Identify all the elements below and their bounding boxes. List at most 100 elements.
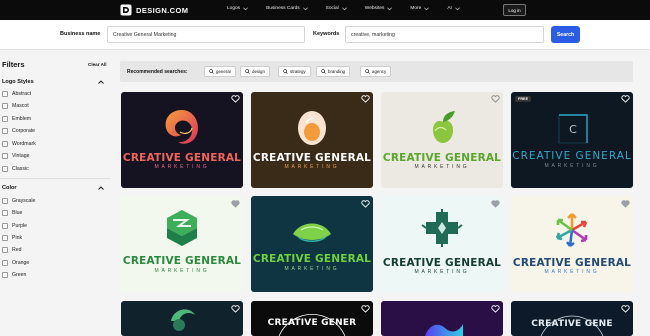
business-name-input[interactable]: Creative General Marketing (107, 26, 305, 43)
chip-general[interactable]: general (204, 66, 236, 77)
heart-icon[interactable] (621, 95, 630, 103)
heart-icon[interactable] (361, 305, 370, 313)
filter-option-wordmark[interactable]: Wordmark (2, 141, 36, 147)
chevron-up-icon[interactable] (98, 186, 104, 190)
checkbox[interactable] (2, 153, 8, 159)
keywords-label: Keywords (313, 31, 340, 37)
filter-option-mascot[interactable]: Mascot (2, 103, 29, 109)
logo-card[interactable]: CREATIVE GENE (511, 301, 633, 336)
nav-social[interactable]: Social (326, 6, 347, 11)
card-title: CREATIVE GENERAL (382, 257, 502, 269)
heart-icon[interactable] (361, 200, 370, 208)
card-title: CREATIVE GENERAL (252, 152, 372, 164)
option-label: Wordmark (12, 141, 36, 147)
chip-strategy[interactable]: strategy (278, 66, 311, 77)
chevron-up-icon[interactable] (98, 80, 104, 84)
nav-ai[interactable]: AI (447, 6, 460, 11)
logo-card[interactable]: C FREE CREATIVE GENERAL MARKETING (511, 92, 633, 188)
option-label: Classic (12, 166, 29, 172)
login-button[interactable]: Log in (503, 4, 526, 16)
logo-styles-heading: Logo Styles (2, 79, 34, 85)
heart-icon[interactable] (621, 200, 630, 208)
search-icon (321, 69, 326, 74)
checkbox[interactable] (2, 223, 8, 229)
checkbox[interactable] (2, 116, 8, 122)
heart-icon[interactable] (491, 95, 500, 103)
filter-option-vintage[interactable]: Vintage (2, 153, 30, 159)
chip-agency[interactable]: agency (360, 66, 392, 77)
filter-option-grayscale[interactable]: Grayscale (2, 198, 35, 204)
chevron-down-icon (387, 7, 393, 10)
card-subtitle: MARKETING (154, 164, 210, 170)
heart-icon[interactable] (231, 200, 240, 208)
checkbox[interactable] (2, 103, 8, 109)
apple-leaf-logo-icon (433, 111, 455, 143)
card-title: CREATIVE GENE (531, 319, 613, 329)
logo-card[interactable]: CREATIVE GENERAL MARKETING (381, 92, 503, 188)
search-button[interactable]: Search (551, 26, 580, 43)
filter-option-red[interactable]: Red (2, 247, 22, 253)
nav-more[interactable]: More (410, 6, 430, 11)
checkbox[interactable] (2, 128, 8, 134)
chip-design[interactable]: design (240, 66, 270, 77)
monogram-letter: C (569, 123, 577, 136)
logo-card[interactable]: CREATIVE GENER (251, 301, 373, 336)
logo-card[interactable] (121, 301, 243, 336)
brand-logo[interactable]: DESIGN.COM (120, 4, 188, 16)
nav-label: Business Cards (266, 6, 300, 11)
arrows-star-logo-icon (555, 213, 588, 248)
recommended-searches-bar: Recommended searches: general design str… (120, 61, 633, 82)
logo-card[interactable]: CREATIVE GENERAL MARKETING (251, 92, 373, 188)
heart-icon[interactable] (621, 305, 630, 313)
logo-card[interactable]: CREATIVE GENERAL MARKETING (121, 196, 243, 292)
logo-card[interactable]: CREATIVE GENERAL MARKETING (511, 196, 633, 292)
chevron-down-icon (341, 7, 347, 10)
chip-label: general (216, 69, 231, 74)
abstract-swirl-logo-icon (165, 110, 198, 144)
heart-icon[interactable] (491, 305, 500, 313)
filter-option-orange[interactable]: Orange (2, 260, 29, 266)
filter-option-emblem[interactable]: Emblem (2, 116, 31, 122)
clear-all-link[interactable]: Clear All (88, 62, 106, 67)
egg-logo-icon (298, 111, 326, 145)
card-subtitle: MARKETING (544, 269, 600, 275)
search-icon (365, 69, 370, 74)
heart-icon[interactable] (231, 95, 240, 103)
checkbox[interactable] (2, 198, 8, 204)
search-icon (283, 69, 288, 74)
checkbox[interactable] (2, 235, 8, 241)
filter-option-pink[interactable]: Pink (2, 235, 22, 241)
logo-card[interactable]: CREATIVE GENERAL MARKETING (381, 196, 503, 292)
filter-option-blue[interactable]: Blue (2, 210, 22, 216)
checkbox[interactable] (2, 260, 8, 266)
logo-card[interactable]: CREATIVE GENERAL MARKETING (251, 196, 373, 292)
checkbox[interactable] (2, 210, 8, 216)
heart-icon[interactable] (491, 200, 500, 208)
green-swirl-logo-icon (171, 309, 195, 331)
chip-branding[interactable]: branding (316, 66, 351, 77)
color-heading: Color (2, 185, 17, 191)
checkbox[interactable] (2, 247, 8, 253)
keywords-input[interactable]: creative, marketing (345, 26, 544, 43)
checkbox[interactable] (2, 166, 8, 172)
logo-card[interactable] (381, 301, 503, 336)
checkbox[interactable] (2, 91, 8, 97)
nav-business-cards[interactable]: Business Cards (266, 6, 308, 11)
nav-websites[interactable]: Websites (365, 6, 393, 11)
filter-option-classic[interactable]: Classic (2, 166, 29, 172)
option-label: Grayscale (12, 198, 36, 204)
filter-option-abstract[interactable]: Abstract (2, 91, 31, 97)
heart-icon[interactable] (231, 305, 240, 313)
filter-option-green[interactable]: Green (2, 272, 26, 278)
filter-option-purple[interactable]: Purple (2, 223, 27, 229)
heart-icon[interactable] (361, 95, 370, 103)
nav-label: More (410, 6, 422, 11)
logo-card[interactable]: CREATIVE GENERAL MARKETING (121, 92, 243, 188)
nav-label: Social (325, 6, 339, 11)
card-subtitle: MARKETING (544, 163, 600, 169)
filter-option-corporate[interactable]: Corporate (2, 128, 35, 134)
checkbox[interactable] (2, 272, 8, 278)
nav-logos[interactable]: Logos (227, 6, 248, 11)
option-label: Orange (12, 260, 30, 266)
checkbox[interactable] (2, 141, 8, 147)
